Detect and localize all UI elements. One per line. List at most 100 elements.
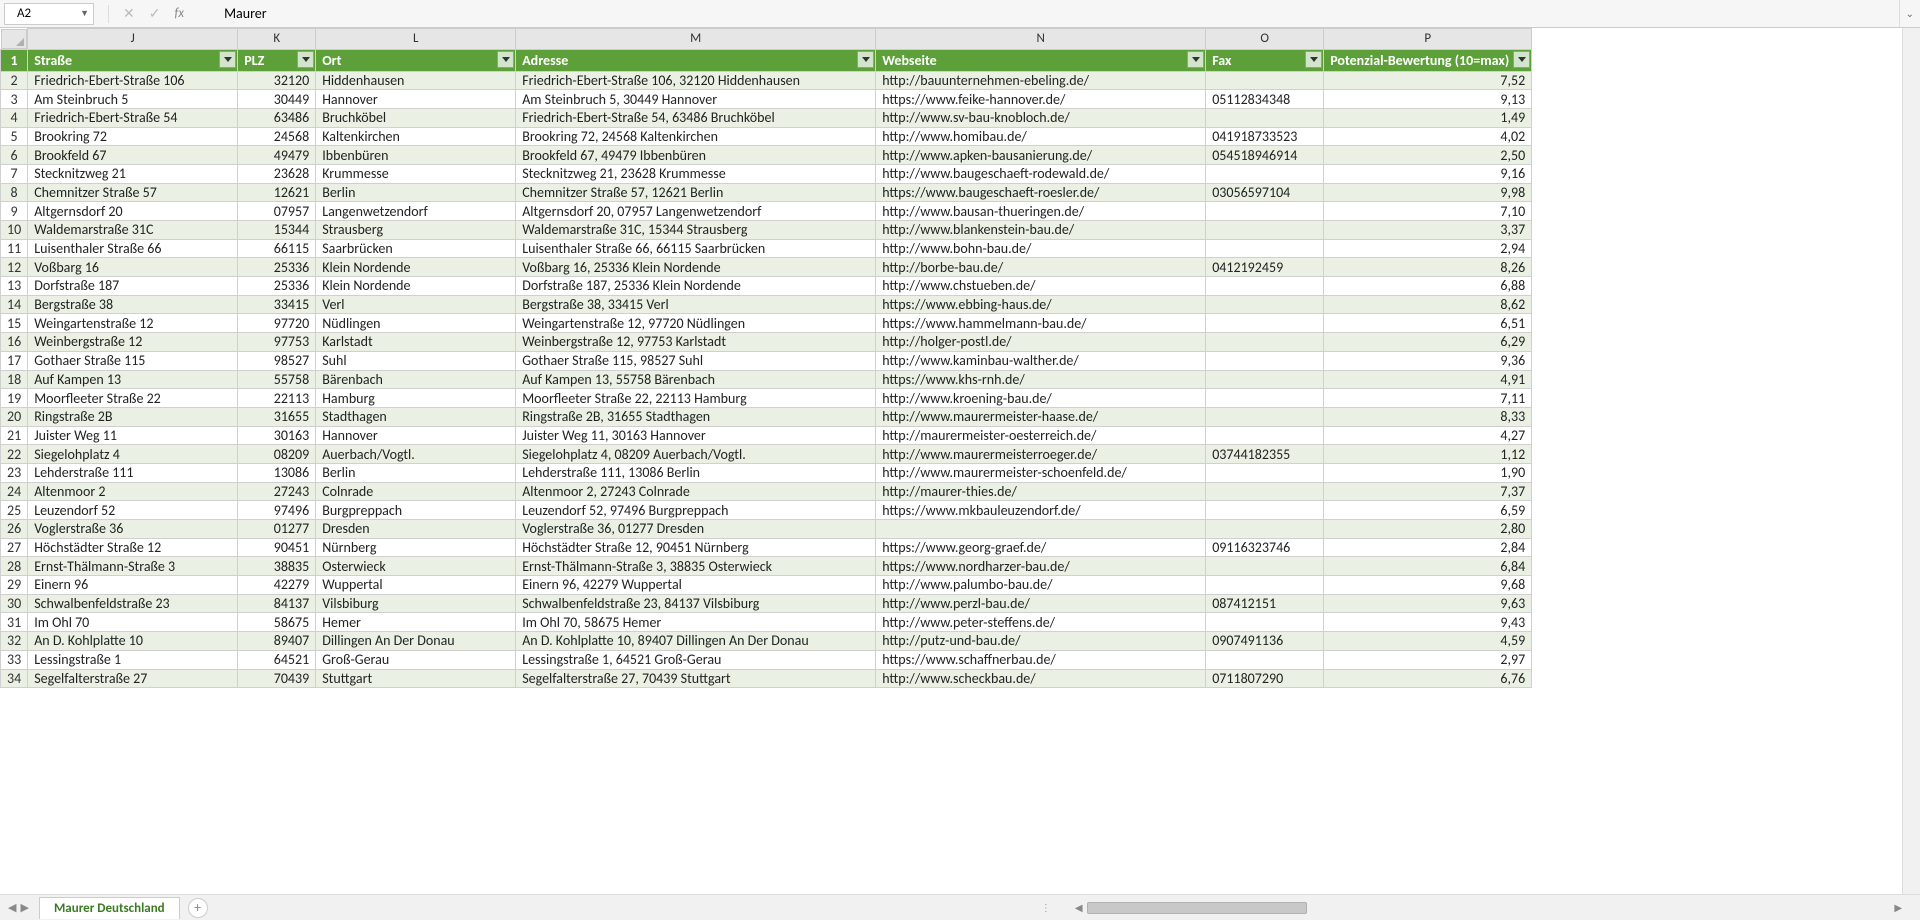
cell[interactable]: 03744182355 <box>1206 445 1324 464</box>
scroll-left-icon[interactable]: ◀ <box>1075 901 1083 914</box>
cell[interactable]: Nüdlingen <box>316 314 516 333</box>
cell[interactable]: Im Ohl 70 <box>28 613 238 632</box>
cell[interactable]: http://www.homibau.de/ <box>876 127 1206 146</box>
cell[interactable]: Siegelohplatz 4 <box>28 445 238 464</box>
cell[interactable]: Ernst-Thälmann-Straße 3, 38835 Osterwiec… <box>516 557 876 576</box>
cell[interactable]: Dresden <box>316 520 516 539</box>
cell[interactable]: https://www.khs-rnh.de/ <box>876 370 1206 389</box>
cell[interactable]: Friedrich-Ebert-Straße 106 <box>28 71 238 90</box>
cell[interactable]: 6,76 <box>1324 669 1532 688</box>
cell[interactable]: Nürnberg <box>316 538 516 557</box>
cell[interactable]: 9,68 <box>1324 576 1532 595</box>
table-row[interactable]: 3Am Steinbruch 530449HannoverAm Steinbru… <box>1 90 1532 109</box>
cell[interactable]: https://www.mkbauleuzendorf.de/ <box>876 501 1206 520</box>
cell[interactable]: 05112834348 <box>1206 90 1324 109</box>
row-header[interactable]: 12 <box>1 258 28 277</box>
cell[interactable]: 98527 <box>238 351 316 370</box>
cell[interactable]: http://www.bausan-thueringen.de/ <box>876 202 1206 221</box>
cell[interactable] <box>1206 482 1324 501</box>
row-header[interactable]: 34 <box>1 669 28 688</box>
cell[interactable]: https://www.baugeschaeft-roesler.de/ <box>876 183 1206 202</box>
cell[interactable]: Ernst-Thälmann-Straße 3 <box>28 557 238 576</box>
cell[interactable]: 1,12 <box>1324 445 1532 464</box>
cell[interactable]: Vilsbiburg <box>316 594 516 613</box>
cell[interactable]: Ringstraße 2B <box>28 407 238 426</box>
table-row[interactable]: 10Waldemarstraße 31C15344StrausbergWalde… <box>1 221 1532 240</box>
cell[interactable]: Hiddenhausen <box>316 71 516 90</box>
cell[interactable]: Stecknitzweg 21, 23628 Krummesse <box>516 164 876 183</box>
cell[interactable]: Auerbach/Vogtl. <box>316 445 516 464</box>
accept-icon[interactable]: ✓ <box>149 5 161 22</box>
row-header[interactable]: 21 <box>1 426 28 445</box>
cell[interactable]: Osterwieck <box>316 557 516 576</box>
table-row[interactable]: 6Brookfeld 6749479IbbenbürenBrookfeld 67… <box>1 146 1532 165</box>
column-header-N[interactable]: N <box>876 29 1206 50</box>
add-sheet-button[interactable]: + <box>188 898 208 918</box>
cell[interactable] <box>1206 407 1324 426</box>
cell[interactable]: Siegelohplatz 4, 08209 Auerbach/Vogtl. <box>516 445 876 464</box>
cell[interactable]: http://www.blankenstein-bau.de/ <box>876 221 1206 240</box>
cell[interactable]: 4,59 <box>1324 632 1532 651</box>
cell[interactable]: 0711807290 <box>1206 669 1324 688</box>
table-header-N[interactable]: Webseite <box>876 49 1206 71</box>
cell[interactable]: 64521 <box>238 650 316 669</box>
cell[interactable]: 6,29 <box>1324 333 1532 352</box>
cell[interactable]: 08209 <box>238 445 316 464</box>
table-row[interactable]: 34Segelfalterstraße 2770439StuttgartSege… <box>1 669 1532 688</box>
cell[interactable]: 33415 <box>238 295 316 314</box>
cell[interactable]: 087412151 <box>1206 594 1324 613</box>
formula-input[interactable] <box>206 4 1899 23</box>
cell[interactable]: 1,90 <box>1324 463 1532 482</box>
cell[interactable]: An D. Kohlplatte 10 <box>28 632 238 651</box>
cell[interactable]: Weinbergstraße 12 <box>28 333 238 352</box>
cell[interactable] <box>1206 351 1324 370</box>
table-row[interactable]: 27Höchstädter Straße 1290451NürnbergHöch… <box>1 538 1532 557</box>
table-header-P[interactable]: Potenzial-Bewertung (10=max) <box>1324 49 1532 71</box>
row-header[interactable]: 19 <box>1 389 28 408</box>
table-header-J[interactable]: Straße <box>28 49 238 71</box>
scroll-right-icon[interactable]: ▶ <box>1894 901 1902 914</box>
cell[interactable]: 49479 <box>238 146 316 165</box>
cell[interactable]: 9,16 <box>1324 164 1532 183</box>
row-header[interactable]: 26 <box>1 520 28 539</box>
cell[interactable] <box>1206 576 1324 595</box>
expand-formula-icon[interactable]: ⌄ <box>1899 0 1920 27</box>
cell[interactable]: Ringstraße 2B, 31655 Stadthagen <box>516 407 876 426</box>
cell[interactable]: 30449 <box>238 90 316 109</box>
cell[interactable]: 7,37 <box>1324 482 1532 501</box>
cell[interactable]: Hemer <box>316 613 516 632</box>
cell[interactable]: Stuttgart <box>316 669 516 688</box>
cell[interactable]: 32120 <box>238 71 316 90</box>
cell[interactable]: 31655 <box>238 407 316 426</box>
cell[interactable]: http://www.scheckbau.de/ <box>876 669 1206 688</box>
table-row[interactable]: 23Lehderstraße 11113086BerlinLehderstraß… <box>1 463 1532 482</box>
cell[interactable]: 63486 <box>238 108 316 127</box>
cell[interactable]: 2,50 <box>1324 146 1532 165</box>
cell[interactable]: Voglerstraße 36, 01277 Dresden <box>516 520 876 539</box>
cell[interactable]: Colnrade <box>316 482 516 501</box>
cell[interactable]: Stecknitzweg 21 <box>28 164 238 183</box>
cell[interactable]: Dillingen An Der Donau <box>316 632 516 651</box>
row-header[interactable]: 8 <box>1 183 28 202</box>
cell[interactable] <box>1206 613 1324 632</box>
table-row[interactable]: 22Siegelohplatz 408209Auerbach/Vogtl.Sie… <box>1 445 1532 464</box>
cell[interactable]: Luisenthaler Straße 66 <box>28 239 238 258</box>
cell[interactable]: 23628 <box>238 164 316 183</box>
table-row[interactable]: 29Einern 9642279WuppertalEinern 96, 4227… <box>1 576 1532 595</box>
cell[interactable]: Juister Weg 11, 30163 Hannover <box>516 426 876 445</box>
cell[interactable]: Am Steinbruch 5 <box>28 90 238 109</box>
cell[interactable]: Voglerstraße 36 <box>28 520 238 539</box>
cell[interactable]: Gothaer Straße 115, 98527 Suhl <box>516 351 876 370</box>
cell[interactable]: Am Steinbruch 5, 30449 Hannover <box>516 90 876 109</box>
cell[interactable]: Moorfleeter Straße 22, 22113 Hamburg <box>516 389 876 408</box>
column-header-L[interactable]: L <box>316 29 516 50</box>
cell[interactable]: 42279 <box>238 576 316 595</box>
cell[interactable] <box>1206 370 1324 389</box>
cell[interactable]: Voßbarg 16, 25336 Klein Nordende <box>516 258 876 277</box>
cell[interactable]: Berlin <box>316 463 516 482</box>
cell[interactable]: 22113 <box>238 389 316 408</box>
cell[interactable]: 38835 <box>238 557 316 576</box>
cell[interactable]: 15344 <box>238 221 316 240</box>
table-row[interactable]: 24Altenmoor 227243ColnradeAltenmoor 2, 2… <box>1 482 1532 501</box>
cell[interactable]: 97720 <box>238 314 316 333</box>
